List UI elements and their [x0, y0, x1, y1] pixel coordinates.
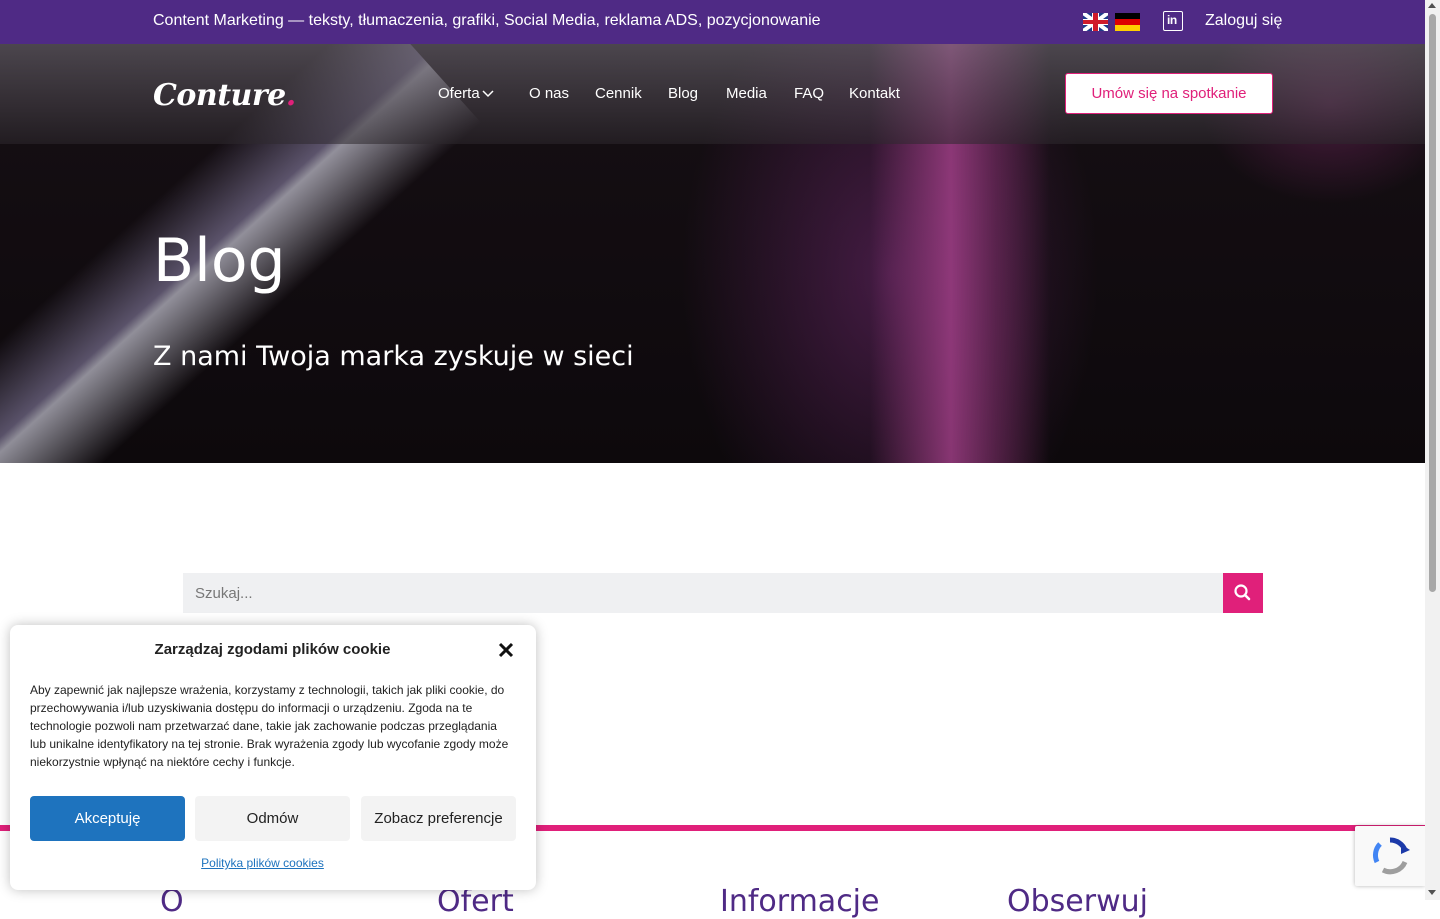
deny-button[interactable]: Odmów	[195, 796, 350, 841]
nav-item-kontakt[interactable]: Kontakt	[849, 85, 900, 102]
search-button[interactable]	[1223, 573, 1263, 613]
search-icon	[1234, 584, 1251, 601]
cookie-consent-dialog: Zarządzaj zgodami plików cookie Aby zape…	[10, 625, 536, 890]
cookie-dialog-text: Aby zapewnić jak najlepsze wrażenia, kor…	[30, 683, 509, 769]
scroll-up-arrow-icon[interactable]	[1428, 3, 1436, 8]
footer-heading-follow: Obserwuj	[1007, 884, 1148, 919]
nav-item-cennik[interactable]: Cennik	[595, 85, 642, 102]
page-scrollbar[interactable]	[1425, 0, 1440, 900]
nav-item-o-nas[interactable]: O nas	[529, 85, 569, 102]
scrollbar-thumb[interactable]	[1429, 14, 1436, 592]
page-subtitle: Z nami Twoja marka zyskuje w sieci	[153, 341, 634, 372]
top-bar: Content Marketing — teksty, tłumaczenia,…	[0, 0, 1425, 44]
page-title: Blog	[153, 226, 286, 296]
nav-item-faq[interactable]: FAQ	[794, 85, 824, 102]
de-flag-icon[interactable]	[1115, 13, 1140, 31]
login-link[interactable]: Zaloguj się	[1205, 12, 1282, 30]
cookie-policy-link[interactable]: Polityka plików cookies	[10, 856, 515, 870]
linkedin-icon[interactable]: in	[1163, 11, 1183, 31]
footer-heading-info: Informacje	[720, 884, 880, 919]
cookie-dialog-title: Zarządzaj zgodami plików cookie	[154, 641, 391, 658]
chevron-down-icon[interactable]	[481, 86, 495, 100]
nav-item-media[interactable]: Media	[726, 85, 767, 102]
recaptcha-badge[interactable]	[1355, 826, 1425, 886]
book-meeting-button[interactable]: Umów się na spotkanie	[1065, 73, 1273, 114]
search-input[interactable]	[183, 573, 1223, 613]
preferences-button[interactable]: Zobacz preferencje	[361, 796, 516, 841]
logo[interactable]: Conture.	[153, 78, 296, 113]
nav-item-blog[interactable]: Blog	[668, 85, 698, 102]
close-icon[interactable]	[497, 641, 515, 659]
recaptcha-icon	[1372, 837, 1410, 875]
uk-flag-icon[interactable]	[1083, 13, 1108, 31]
scroll-down-arrow-icon[interactable]	[1428, 890, 1436, 895]
top-bar-tagline: Content Marketing — teksty, tłumaczenia,…	[153, 12, 821, 29]
accept-button[interactable]: Akceptuję	[30, 796, 185, 841]
nav-item-oferta[interactable]: Oferta	[438, 85, 480, 102]
